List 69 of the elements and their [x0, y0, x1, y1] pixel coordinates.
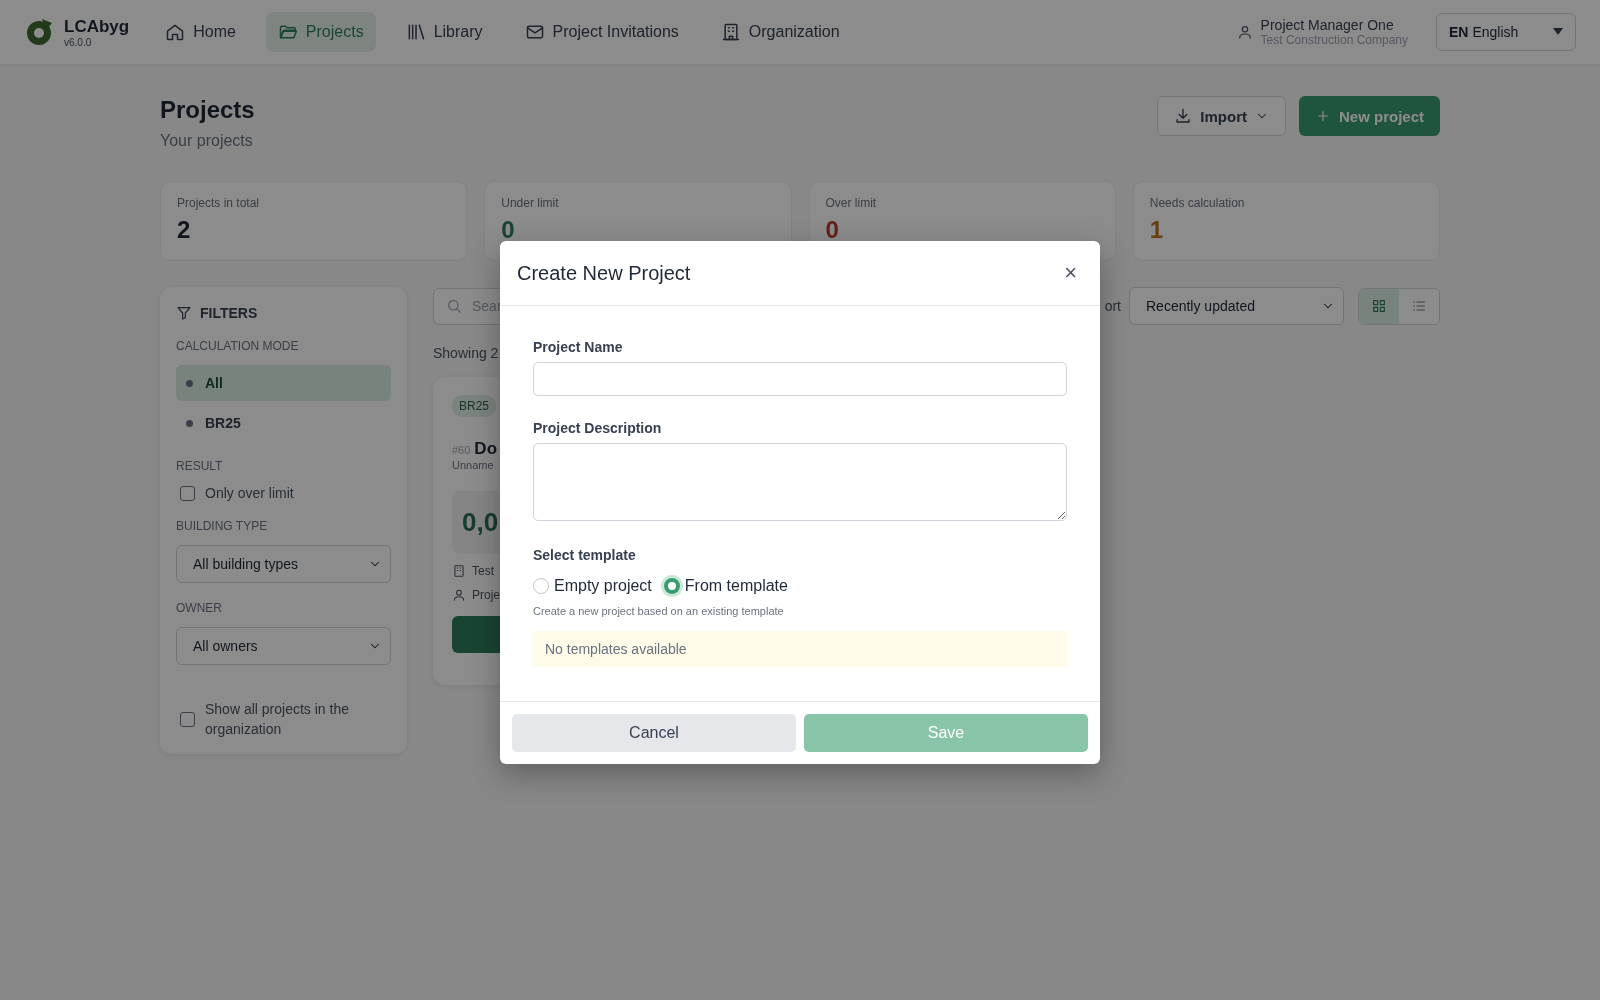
- organization-name: Test: [472, 564, 494, 578]
- nav-tab[interactable]: Home: [153, 12, 248, 52]
- result-count: Showing 2: [433, 345, 499, 361]
- app-name: LCAbyg: [64, 16, 130, 37]
- project-subtitle: Unname: [452, 459, 495, 471]
- person-icon: [1236, 24, 1253, 40]
- field-label: Project Description: [533, 420, 663, 436]
- stat-value: 1: [1149, 216, 1165, 244]
- filters-title: FILTERS: [200, 305, 258, 321]
- project-name: Do: [474, 439, 498, 459]
- language-select[interactable]: EN English: [1436, 13, 1576, 51]
- list-icon: [1411, 298, 1427, 314]
- grid-icon: [1371, 298, 1387, 314]
- nav-tab[interactable]: Projects: [265, 12, 376, 52]
- stat-label: Projects in total: [177, 196, 261, 210]
- owner-name: Proje: [472, 588, 500, 602]
- caret-icon: [1553, 28, 1563, 36]
- stat-value: 0: [501, 216, 516, 244]
- stat-label: Under limit: [501, 196, 560, 210]
- download-icon: [1174, 107, 1193, 125]
- mode-option[interactable]: All: [176, 365, 391, 401]
- nav-tab[interactable]: Library: [393, 12, 495, 52]
- section-heading: BUILDING TYPE: [176, 519, 269, 533]
- checkbox-label: Only over limit: [205, 485, 294, 501]
- result-value: 0,0: [452, 491, 500, 554]
- folder-icon: [277, 22, 298, 42]
- owner-select[interactable]: All owners: [176, 627, 391, 665]
- template-radio[interactable]: Empty project: [533, 577, 652, 595]
- person-icon: [452, 588, 466, 602]
- building-icon: [720, 22, 741, 42]
- checkbox-label: Show all projects in the organization: [205, 700, 350, 739]
- page-title: Projects: [160, 96, 255, 124]
- section-heading: OWNER: [176, 601, 223, 615]
- envelope-icon: [524, 22, 545, 42]
- template-radio[interactable]: From template: [663, 577, 788, 595]
- sort-label: ort: [1104, 298, 1121, 314]
- stat-label: Needs calculation: [1149, 196, 1246, 210]
- radio-circle[interactable]: [663, 578, 680, 594]
- app-version: v6.0.0: [64, 36, 93, 48]
- filter-icon: [176, 305, 192, 321]
- sort-select[interactable]: Recently updated: [1129, 287, 1344, 325]
- stat-value: 0: [825, 216, 840, 244]
- project-name-input[interactable]: [533, 362, 1067, 396]
- field-label: Project Name: [533, 339, 624, 355]
- checkbox[interactable]: [180, 485, 195, 501]
- project-description-input[interactable]: [533, 443, 1067, 521]
- checkbox[interactable]: [180, 711, 195, 727]
- import-button[interactable]: Import: [1157, 96, 1286, 136]
- dialog-title: Create New Project: [517, 261, 692, 285]
- section-heading: RESULT: [176, 459, 224, 473]
- mode-option[interactable]: BR25: [176, 405, 391, 441]
- house-icon: [165, 22, 186, 42]
- section-heading: CALCULATION MODE: [176, 339, 300, 353]
- nav-tab[interactable]: Project Invitations: [512, 12, 691, 52]
- template-hint: Create a new project based on an existing template: [533, 605, 785, 617]
- empty-notice: No templates available: [533, 631, 1067, 667]
- nav-tab[interactable]: Organization: [708, 12, 852, 52]
- new-project-button[interactable]: New project: [1298, 96, 1440, 136]
- mode-badge: BR25: [452, 395, 497, 417]
- search-icon: [446, 298, 462, 314]
- field-label: Select template: [533, 547, 637, 563]
- stat-value: 2: [177, 216, 192, 244]
- building-type-select[interactable]: All building types: [176, 545, 391, 583]
- user-name: Project Manager One: [1260, 17, 1395, 33]
- cancel-button[interactable]: Cancel: [512, 714, 796, 752]
- close-button[interactable]: ×: [1058, 259, 1083, 287]
- stat-label: Over limit: [825, 196, 878, 210]
- page-subtitle: Your projects: [160, 132, 254, 150]
- building-icon: [452, 564, 466, 578]
